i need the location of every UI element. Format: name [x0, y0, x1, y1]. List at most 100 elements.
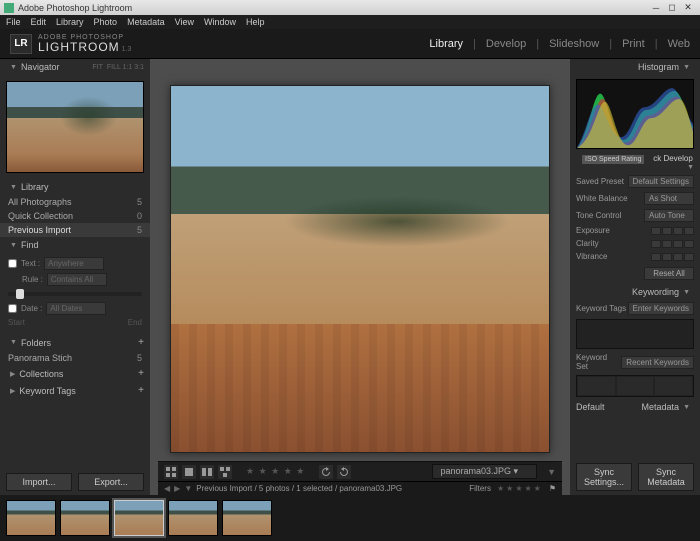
menu-metadata[interactable]: Metadata — [127, 17, 165, 27]
lr-badge: LR — [10, 34, 32, 54]
keyword-set-select[interactable]: Recent Keywords — [621, 356, 694, 369]
tone-button[interactable]: Auto Tone — [644, 209, 694, 222]
sync-settings-button[interactable]: Sync Settings... — [576, 463, 632, 491]
filmstrip-thumb[interactable] — [60, 500, 110, 536]
window-title: Adobe Photoshop Lightroom — [18, 3, 132, 13]
info-bar: ◀ ▶ ▼ Previous Import / 5 photos / 1 sel… — [158, 481, 562, 495]
sync-metadata-button[interactable]: Sync Metadata — [638, 463, 694, 491]
compare-view-icon[interactable] — [200, 465, 214, 479]
find-header[interactable]: ▼Find — [0, 237, 150, 253]
minimize-button[interactable]: ─ — [648, 3, 664, 13]
path-dropdown[interactable]: panorama03.JPG ▾ — [432, 464, 538, 479]
rotate-left-icon[interactable] — [319, 465, 333, 479]
maximize-button[interactable]: ◻ — [664, 2, 680, 13]
folders-title: Folders — [21, 338, 51, 348]
reset-all-button[interactable]: Reset All — [644, 267, 694, 280]
histogram-header[interactable]: Histogram▼ — [570, 59, 700, 75]
menu-view[interactable]: View — [175, 17, 194, 27]
grid-view-icon[interactable] — [164, 465, 178, 479]
main-image-loupe[interactable] — [170, 85, 550, 453]
menu-file[interactable]: File — [6, 17, 21, 27]
rating-stars[interactable]: ★ ★ ★ ★ ★ — [246, 466, 305, 477]
folders-header[interactable]: ▼Folders+ — [0, 334, 150, 351]
tab-print[interactable]: Print — [622, 38, 645, 50]
tab-slideshow[interactable]: Slideshow — [549, 38, 599, 50]
keyword-tags-title: Keyword Tags — [19, 386, 75, 396]
collections-add-icon[interactable]: + — [138, 368, 144, 379]
navigator-thumbnail[interactable] — [6, 81, 144, 173]
keyword-set-grid[interactable] — [576, 375, 694, 397]
menu-photo[interactable]: Photo — [94, 17, 118, 27]
find-text-check[interactable] — [8, 259, 17, 268]
library-item-quick[interactable]: Quick Collection0 — [0, 209, 150, 223]
left-panel: ▼Navigator FIT FILL 1:1 3:1 ▼Library All… — [0, 59, 150, 495]
vibrance-stepper[interactable] — [651, 253, 694, 261]
filter-flag-icon[interactable]: ⚑ — [549, 484, 556, 493]
keyword-input[interactable]: Enter Keywords — [628, 302, 694, 315]
menu-library[interactable]: Library — [56, 17, 84, 27]
metadata-header[interactable]: Default Metadata▼ — [570, 399, 700, 415]
library-item-all[interactable]: All Photographs5 — [0, 195, 150, 209]
app-icon — [4, 3, 14, 13]
navigator-header[interactable]: ▼Navigator FIT FILL 1:1 3:1 — [0, 59, 150, 75]
logo-version: 1.3 — [122, 46, 132, 53]
tab-develop[interactable]: Develop — [486, 38, 526, 50]
menubar: File Edit Library Photo Metadata View Wi… — [0, 15, 700, 29]
menu-help[interactable]: Help — [246, 17, 265, 27]
find-date-check[interactable] — [8, 304, 17, 313]
find-body: Text :Anywhere Rule :Contains All Date :… — [0, 253, 150, 334]
histogram-chart[interactable] — [576, 79, 694, 149]
filmstrip-thumb[interactable] — [6, 500, 56, 536]
filmstrip-thumb[interactable] — [222, 500, 272, 536]
clarity-stepper[interactable] — [651, 240, 694, 248]
library-panel-title: Library — [21, 182, 49, 192]
keyword-tags-add-icon[interactable]: + — [138, 385, 144, 396]
menu-window[interactable]: Window — [204, 17, 236, 27]
tab-web[interactable]: Web — [668, 38, 690, 50]
rotate-right-icon[interactable] — [337, 465, 351, 479]
nav-fwd-icon[interactable]: ▶ — [174, 484, 180, 493]
keyword-tags-header[interactable]: ▶Keyword Tags+ — [0, 382, 150, 399]
collections-title: Collections — [19, 369, 63, 379]
filters-label[interactable]: Filters — [469, 484, 491, 493]
navigator-mode[interactable]: FIT — [92, 64, 103, 71]
keyword-area[interactable] — [576, 319, 694, 349]
nav-down-icon[interactable]: ▼ — [184, 484, 192, 493]
loupe-view-icon[interactable] — [182, 465, 196, 479]
menu-edit[interactable]: Edit — [31, 17, 47, 27]
filter-stars[interactable]: ★★★★★ — [497, 484, 543, 493]
library-panel-header[interactable]: ▼Library — [0, 179, 150, 195]
navigator-zoom-options[interactable]: FILL 1:1 3:1 — [107, 64, 144, 71]
survey-view-icon[interactable] — [218, 465, 232, 479]
find-title: Find — [21, 240, 39, 250]
folders-add-icon[interactable]: + — [138, 337, 144, 348]
close-button[interactable]: ✕ — [680, 2, 696, 13]
nav-back-icon[interactable]: ◀ — [164, 484, 170, 493]
filmstrip — [0, 495, 700, 541]
app-logo: LR ADOBE PHOTOSHOP LIGHTROOM1.3 — [10, 34, 131, 54]
iso-label: ISO Speed Rating — [582, 155, 644, 164]
find-slider[interactable] — [8, 292, 142, 296]
wb-select[interactable]: As Shot — [644, 192, 694, 205]
library-item-previous[interactable]: Previous Import5 — [0, 223, 150, 237]
preset-select[interactable]: Default Settings — [628, 175, 694, 188]
find-date-mode[interactable]: All Dates — [46, 302, 106, 315]
breadcrumb: Previous Import / 5 photos / 1 selected … — [196, 484, 402, 493]
exposure-stepper[interactable] — [651, 227, 694, 235]
module-tabs: Library| Develop| Slideshow| Print| Web — [429, 38, 690, 50]
folder-item[interactable]: Panorama Stich5 — [0, 351, 150, 365]
export-button[interactable]: Export... — [78, 473, 144, 491]
metadata-mode[interactable]: Default — [576, 402, 616, 412]
center-view: ★ ★ ★ ★ ★ panorama03.JPG ▾ ▼ ◀ ▶ ▼ Previ… — [150, 59, 570, 495]
tab-library[interactable]: Library — [429, 38, 463, 50]
find-rule-mode[interactable]: Contains All — [47, 273, 107, 286]
filmstrip-thumb[interactable] — [168, 500, 218, 536]
find-text-mode[interactable]: Anywhere — [44, 257, 104, 270]
keywording-header[interactable]: Keywording▼ — [570, 284, 700, 300]
import-button[interactable]: Import... — [6, 473, 72, 491]
toolbar-collapse-icon[interactable]: ▼ — [547, 467, 556, 477]
collections-header[interactable]: ▶Collections+ — [0, 365, 150, 382]
quick-develop-title: ck Develop — [653, 154, 693, 163]
filmstrip-thumb[interactable] — [114, 500, 164, 536]
logo-line2: LIGHTROOM — [38, 40, 120, 54]
